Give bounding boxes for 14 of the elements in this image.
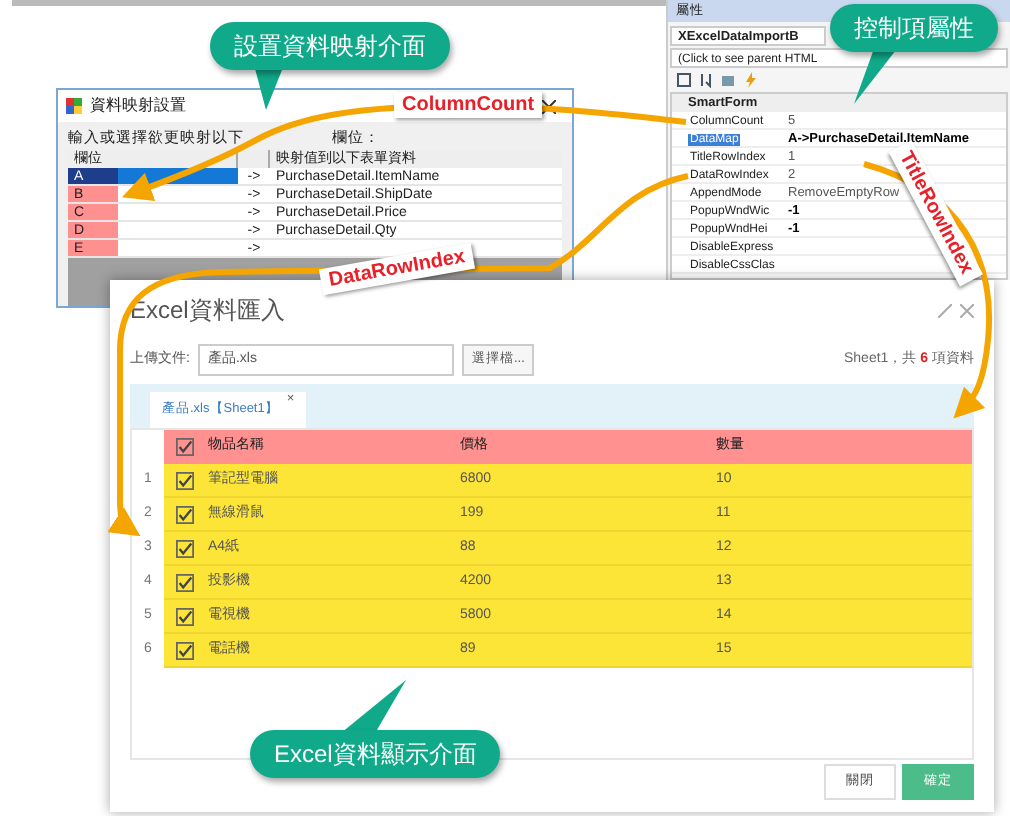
window-title: 資料映射設置 xyxy=(90,94,186,118)
properties-icon[interactable] xyxy=(720,72,736,88)
close-icon[interactable] xyxy=(542,99,556,113)
app-icon xyxy=(66,98,82,114)
checkbox[interactable] xyxy=(175,471,193,489)
category-icon[interactable] xyxy=(676,72,692,88)
checkbox[interactable] xyxy=(175,607,193,625)
checkbox[interactable] xyxy=(175,539,193,557)
annotation-tag: ColumnCount xyxy=(394,92,543,118)
checkbox[interactable] xyxy=(175,573,193,591)
checkbox[interactable] xyxy=(175,505,193,523)
checkbox[interactable] xyxy=(175,438,193,456)
sort-icon[interactable] xyxy=(698,72,714,88)
checkbox[interactable] xyxy=(175,641,193,659)
